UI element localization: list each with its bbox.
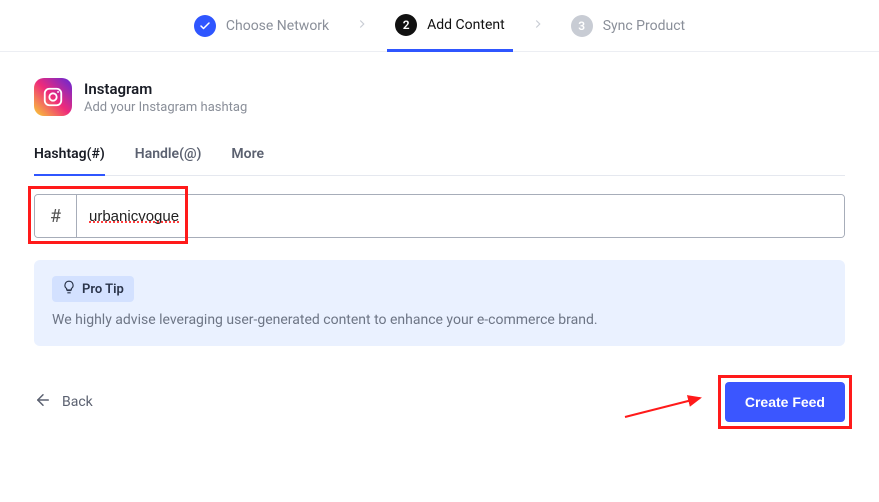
chevron-right-icon: [355, 17, 369, 35]
pro-tip-panel: Pro Tip We highly advise leveraging user…: [34, 260, 845, 346]
wizard-stepper: Choose Network 2 Add Content 3 Sync Prod…: [0, 0, 879, 52]
step-label: Sync Product: [603, 18, 685, 34]
tab-handle[interactable]: Handle(@): [135, 146, 202, 175]
instagram-icon: [34, 78, 72, 116]
step-label: Add Content: [427, 17, 505, 33]
check-icon: [194, 15, 216, 37]
source-name: Instagram: [84, 80, 247, 98]
step-add-content[interactable]: 2 Add Content: [387, 1, 513, 52]
annotation-arrow-icon: [620, 392, 710, 422]
step-number-badge: 2: [395, 14, 417, 36]
lightbulb-icon: [62, 280, 76, 298]
pro-tip-text: We highly advise leveraging user-generat…: [52, 312, 827, 328]
source-subtitle: Add your Instagram hashtag: [84, 100, 247, 115]
step-choose-network[interactable]: Choose Network: [186, 0, 337, 51]
source-header: Instagram Add your Instagram hashtag: [34, 78, 845, 116]
step-label: Choose Network: [226, 18, 329, 34]
pro-tip-label: Pro Tip: [82, 282, 124, 297]
input-type-tabs: Hashtag(#) Handle(@) More: [34, 146, 845, 176]
arrow-left-icon: [34, 391, 52, 413]
chevron-right-icon: [531, 17, 545, 35]
step-number-badge: 3: [571, 15, 593, 37]
tab-more[interactable]: More: [231, 146, 264, 175]
pro-tip-badge: Pro Tip: [52, 276, 134, 302]
hash-prefix-icon: #: [35, 195, 77, 237]
step-sync-product[interactable]: 3 Sync Product: [563, 0, 693, 51]
back-button[interactable]: Back: [34, 391, 93, 413]
form-footer: Back Create Feed: [34, 382, 845, 442]
hashtag-input[interactable]: [77, 195, 844, 237]
tab-hashtag[interactable]: Hashtag(#): [34, 146, 105, 176]
hashtag-input-wrap: #: [34, 194, 845, 238]
create-feed-button[interactable]: Create Feed: [725, 382, 845, 422]
back-label: Back: [62, 394, 93, 410]
